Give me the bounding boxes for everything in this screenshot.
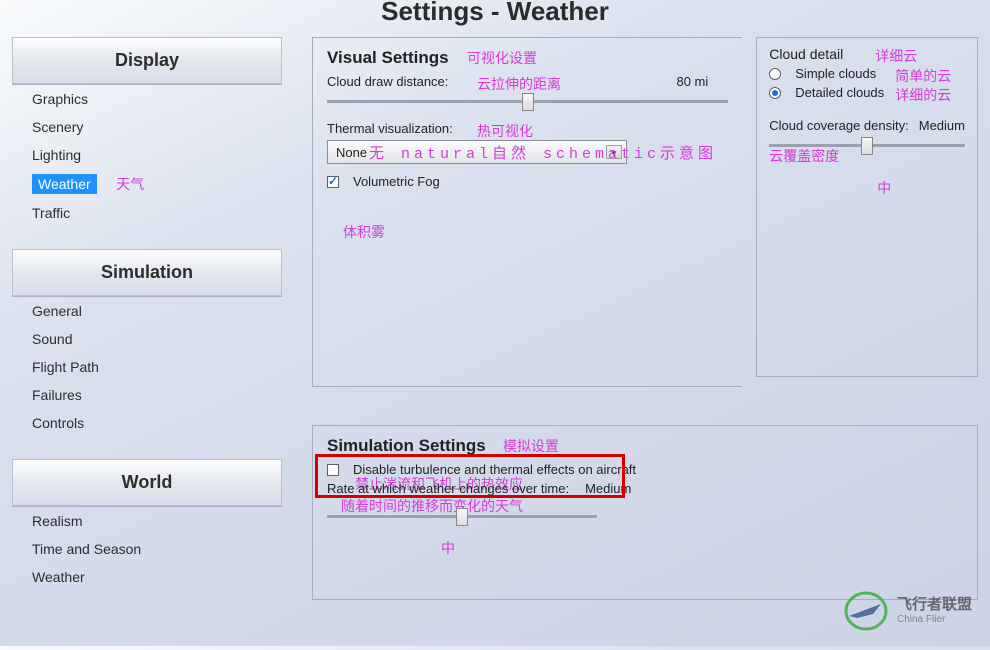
logo-title-cn: 飞行者联盟 xyxy=(897,597,972,614)
sidebar-section-display: Display xyxy=(12,37,282,84)
sidebar-item-general[interactable]: General xyxy=(12,297,282,325)
slider-thumb[interactable] xyxy=(861,137,873,155)
main-panel: Visual Settings 可视化设置 Cloud draw distanc… xyxy=(312,37,978,620)
site-logo: 飞行者联盟 China Flier xyxy=(843,590,972,632)
annot-visual-title: 可视化设置 xyxy=(467,48,537,68)
sidebar-item-scenery[interactable]: Scenery xyxy=(12,113,282,141)
slider-thumb[interactable] xyxy=(456,508,468,526)
slider-thumb[interactable] xyxy=(522,93,534,111)
cloud-density-value: Medium xyxy=(919,118,965,133)
page-title: Settings - Weather xyxy=(0,0,990,37)
sidebar-item-sound[interactable]: Sound xyxy=(12,325,282,353)
volumetric-fog-checkbox[interactable] xyxy=(327,176,339,188)
plane-icon xyxy=(843,590,889,632)
cloud-draw-distance-label: Cloud draw distance: xyxy=(327,74,448,89)
cloud-detail-panel: Cloud detail 详细云 Simple clouds 简单的云 Deta… xyxy=(756,37,978,377)
simulation-settings-panel: Simulation Settings 模拟设置 Disable turbule… xyxy=(312,425,978,600)
annot-cloud-title: 详细云 xyxy=(875,46,917,66)
thermal-visualization-value: None xyxy=(336,145,367,160)
annot-fog: 体积雾 xyxy=(343,222,385,242)
cloud-draw-distance-value: 80 mi xyxy=(676,74,728,89)
disable-turbulence-checkbox[interactable] xyxy=(327,464,339,476)
annot-weather: 天气 xyxy=(116,178,144,193)
sidebar-section-simulation: Simulation xyxy=(12,249,282,296)
annot-density-val: 中 xyxy=(877,178,891,198)
sidebar-item-controls[interactable]: Controls xyxy=(12,409,282,437)
detailed-clouds-radio[interactable] xyxy=(769,87,781,99)
main-layout: Display Graphics Scenery Lighting Weathe… xyxy=(0,37,990,620)
cloud-density-label: Cloud coverage density: xyxy=(769,118,908,133)
simple-clouds-radio[interactable] xyxy=(769,68,781,80)
sidebar-item-graphics[interactable]: Graphics xyxy=(12,85,282,113)
sidebar-item-lighting[interactable]: Lighting xyxy=(12,141,282,169)
sidebar-item-weather[interactable]: Weather xyxy=(32,174,97,194)
sidebar-item-world-weather[interactable]: Weather xyxy=(12,563,282,591)
annot-draw-dist: 云拉伸的距离 xyxy=(477,74,561,94)
visual-settings-title: Visual Settings xyxy=(327,48,449,67)
annot-rate-val: 中 xyxy=(441,538,455,558)
annot-simple-clouds: 简单的云 xyxy=(895,66,951,86)
sidebar-item-flight-path[interactable]: Flight Path xyxy=(12,353,282,381)
sidebar-item-failures[interactable]: Failures xyxy=(12,381,282,409)
simple-clouds-label: Simple clouds xyxy=(795,66,876,81)
sidebar-item-realism[interactable]: Realism xyxy=(12,507,282,535)
sidebar-item-time-season[interactable]: Time and Season xyxy=(12,535,282,563)
annot-thermal: 热可视化 xyxy=(477,121,533,141)
disable-turbulence-label: Disable turbulence and thermal effects o… xyxy=(353,462,636,477)
volumetric-fog-label: Volumetric Fog xyxy=(353,174,440,189)
sidebar: Display Graphics Scenery Lighting Weathe… xyxy=(12,37,282,620)
sidebar-section-world: World xyxy=(12,459,282,506)
weather-change-rate-value: Medium xyxy=(585,481,631,496)
visual-settings-panel: Visual Settings 可视化设置 Cloud draw distanc… xyxy=(312,37,742,387)
cloud-density-slider[interactable] xyxy=(769,137,965,155)
weather-change-rate-slider[interactable] xyxy=(327,508,597,526)
cloud-detail-title: Cloud detail xyxy=(769,46,843,62)
logo-title-en: China Flier xyxy=(897,614,972,625)
detailed-clouds-label: Detailed clouds xyxy=(795,85,884,100)
thermal-visualization-label: Thermal visualization: xyxy=(327,121,453,136)
weather-change-rate-label: Rate at which weather changes over time: xyxy=(327,481,569,496)
annot-detailed-clouds: 详细的云 xyxy=(895,85,951,105)
cloud-draw-distance-slider[interactable] xyxy=(327,93,728,111)
chevron-down-icon[interactable]: ▾ xyxy=(606,145,622,159)
sidebar-item-traffic[interactable]: Traffic xyxy=(12,199,282,227)
thermal-visualization-select[interactable]: None ▾ xyxy=(327,140,627,164)
annot-sim-title: 模拟设置 xyxy=(503,436,559,456)
simulation-settings-title: Simulation Settings xyxy=(327,436,486,455)
